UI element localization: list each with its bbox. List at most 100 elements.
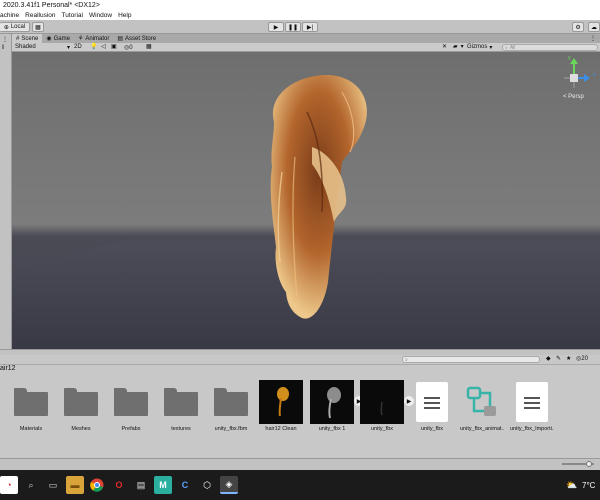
document-icon (516, 382, 548, 422)
hair-thumbnail-icon (327, 387, 341, 419)
weather-icon[interactable]: ⛅ (566, 480, 577, 491)
media-app-icon[interactable]: M (154, 476, 172, 494)
step-button[interactable]: ▶| (302, 22, 318, 32)
hidden-packages-count: 20 (581, 356, 588, 362)
document-icon (416, 382, 448, 422)
tab-scene[interactable]: # Scene (12, 34, 43, 43)
scene-viewport[interactable]: y z < Persp (12, 52, 600, 349)
folder-icon (14, 388, 48, 416)
model-thumbnail: ▶ (360, 380, 414, 424)
asset-label: unity_fbx_animat... (460, 426, 504, 432)
asset-folder-materials[interactable]: Materials (9, 380, 53, 432)
collapse-icon[interactable]: ‖ (2, 45, 4, 51)
model-thumbnail (259, 380, 303, 424)
menu-window[interactable]: Window (89, 12, 112, 19)
unity-editor-icon[interactable]: ◈ (220, 476, 238, 494)
asset-label: Prefabs (121, 426, 141, 432)
store-icon: ▤ (117, 36, 124, 42)
tab-scene-label: Scene (21, 35, 39, 42)
tab-animator[interactable]: ⚘ Animator (74, 34, 113, 43)
asset-folder-meshes[interactable]: Meshes (59, 380, 103, 432)
pause-button[interactable]: ❚❚ (285, 22, 301, 32)
asset-folder-unity-fbx-fbm[interactable]: unity_fbx.fbm (209, 380, 253, 432)
local-icon: ⊕ (3, 24, 9, 31)
folder-icon (214, 388, 248, 416)
folder-icon (114, 388, 148, 416)
settings-button[interactable]: ⚙ (572, 22, 584, 32)
account-button[interactable]: ☁ (588, 22, 600, 32)
folder-icon (64, 388, 98, 416)
hidden-objects-toggle[interactable]: ◎0 (124, 44, 133, 51)
tab-game[interactable]: ◉ Game (42, 34, 74, 43)
asset-label: unity_fbx_Importi... (510, 426, 554, 432)
app-icon[interactable]: ◔ (0, 476, 18, 494)
menu-machine[interactable]: achine (0, 12, 19, 19)
scene-search-input[interactable]: ⌕ All (502, 44, 598, 51)
hair-thumbnail-icon (277, 387, 289, 417)
dark-thumbnail-icon (380, 401, 383, 416)
tab-asset-store-label: Asset Store (125, 35, 157, 42)
project-breadcrumb: air12 (0, 365, 600, 375)
tab-asset-store[interactable]: ▤ Asset Store (113, 34, 160, 43)
hidden-packages-toggle[interactable]: ◎20 (576, 355, 588, 362)
asset-label: hair12 Clean (265, 426, 297, 432)
tab-menu-icon[interactable]: ⋮ (590, 35, 596, 42)
asset-folder-textures[interactable]: textures (159, 380, 203, 432)
asset-model-unity-fbx-1[interactable]: ▶ unity_fbx 1 (310, 380, 364, 432)
thumbnail-size-slider[interactable] (562, 461, 594, 467)
windows-taskbar: ◔ ⌕ ▭ ▬ O ▤ M C ⬡ ◈ ⛅ 7°C (0, 470, 600, 500)
search-taskbar-icon[interactable]: ⌕ (22, 476, 40, 494)
orientation-gizmo[interactable] (564, 58, 590, 88)
unity-hub-icon[interactable]: ⬡ (198, 476, 216, 494)
grid-toggle-icon[interactable]: ▦ (146, 43, 152, 50)
filter-type-icon[interactable]: ◆ (546, 355, 551, 362)
asset-label: unity_fbx (420, 426, 443, 432)
gizmos-label: Gizmos (467, 44, 488, 50)
menu-reallusion[interactable]: Reallusion (25, 12, 55, 19)
effects-icon[interactable]: ▣ (111, 43, 117, 50)
gizmos-dropdown[interactable]: Gizmos ▾ (467, 44, 492, 51)
game-icon: ◉ (46, 36, 52, 42)
2d-toggle[interactable]: 2D (74, 44, 82, 50)
pivot-local-toggle[interactable]: ⊕ Local (0, 22, 30, 32)
asset-model-unity-fbx[interactable]: ▶ unity_fbx (360, 380, 414, 432)
projection-label[interactable]: < Persp (563, 94, 584, 100)
step-icon: ▶| (306, 24, 314, 31)
pause-icon: ❚❚ (287, 24, 299, 31)
asset-label: unity_fbx 1 (318, 426, 346, 432)
project-asset-grid: Materials Meshes Prefabs textures unity_… (0, 375, 600, 458)
asset-animator-controller[interactable]: unity_fbx_animat... (460, 380, 504, 432)
asset-folder-prefabs[interactable]: Prefabs (109, 380, 153, 432)
lighting-icon[interactable]: 💡 (90, 43, 97, 50)
filter-label-icon[interactable]: ✎ (556, 355, 561, 362)
file-explorer-icon[interactable]: ▬ (66, 476, 84, 494)
task-view-icon[interactable]: ▭ (44, 476, 62, 494)
favorite-icon[interactable]: ★ (566, 355, 571, 362)
character-creator-icon[interactable]: C (176, 476, 194, 494)
lock-icon[interactable]: ⋮ (2, 36, 8, 43)
shading-dropdown[interactable]: Shaded ▾ (15, 44, 70, 51)
axis-z-label: z (593, 72, 596, 78)
menu-help[interactable]: Help (118, 12, 131, 19)
slider-handle[interactable] (586, 461, 592, 467)
asset-model-hair12-clean[interactable]: hair12 Clean (259, 380, 303, 432)
project-search-input[interactable]: ⌕ (402, 356, 540, 363)
scene-icon: # (16, 35, 20, 42)
opera-icon[interactable]: O (110, 476, 128, 494)
gizmos-arrow-icon: ▾ (489, 45, 493, 51)
tab-animator-label: Animator (85, 35, 110, 42)
animator-controller-icon (466, 386, 496, 416)
tools-icon[interactable]: ✕ (442, 43, 447, 50)
files-icon[interactable]: ▤ (132, 476, 150, 494)
grid-snap-button[interactable]: ▦ (32, 22, 44, 32)
asset-document-unity-fbx-importing[interactable]: unity_fbx_Importi... (510, 380, 554, 432)
menu-tutorial[interactable]: Tutorial (62, 12, 83, 19)
tab-game-label: Game (53, 35, 70, 42)
breadcrumb-current-folder[interactable]: air12 (0, 365, 16, 372)
chrome-icon[interactable] (88, 476, 106, 494)
camera-dropdown[interactable]: ▰ ▾ (453, 43, 464, 50)
audio-icon[interactable]: ◁ (101, 43, 106, 50)
gear-icon: ⚙ (575, 24, 581, 31)
asset-document-unity-fbx[interactable]: unity_fbx (410, 380, 454, 432)
play-button[interactable]: ▶ (268, 22, 284, 32)
